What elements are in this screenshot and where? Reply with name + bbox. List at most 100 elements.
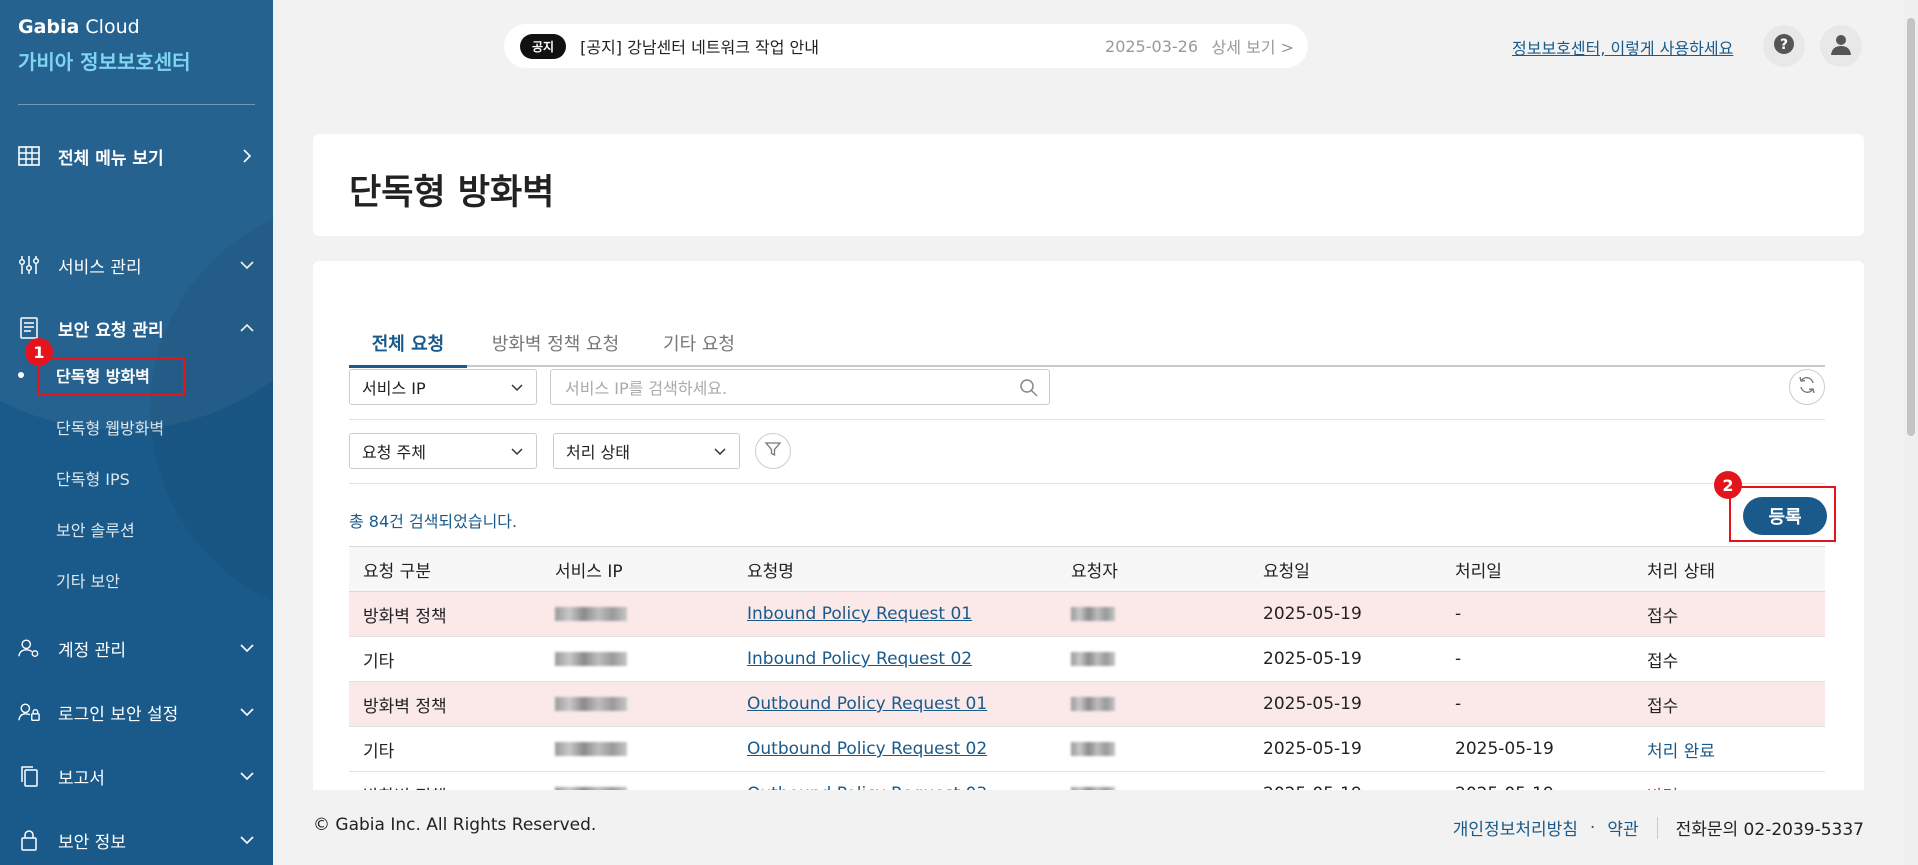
callout-badge-2: 2 bbox=[1714, 471, 1742, 499]
highlight-box-firewall-menu bbox=[37, 357, 185, 396]
terms-link[interactable]: 약관 bbox=[1607, 815, 1638, 840]
chevron-down-icon bbox=[510, 378, 524, 400]
col-header-service-ip: 서비스 IP bbox=[541, 546, 733, 592]
notice-tag: 공지 bbox=[520, 33, 567, 59]
active-indicator-dot bbox=[18, 372, 24, 378]
masked-requester bbox=[1071, 607, 1115, 621]
table-row[interactable]: 기타 Outbound Policy Request 02 2025-05-19… bbox=[349, 726, 1825, 772]
refresh-icon bbox=[1797, 375, 1817, 399]
requester-select-value: 요청 주체 bbox=[362, 443, 426, 462]
cell-service-ip bbox=[541, 681, 733, 727]
scrollbar-thumb[interactable] bbox=[1907, 18, 1915, 436]
request-name-link[interactable]: Inbound Policy Request 01 bbox=[747, 604, 972, 624]
footer-phone: 전화문의 02-2039-5337 bbox=[1675, 820, 1864, 840]
sidebar-item-login-security[interactable]: 로그인 보안 설정 bbox=[18, 697, 258, 727]
cell-request-name: Inbound Policy Request 02 bbox=[733, 636, 1057, 682]
cell-type: 방화벽 정책 bbox=[349, 681, 541, 727]
notice-date: 2025-03-26 bbox=[1105, 36, 1198, 56]
search-field[interactable] bbox=[550, 369, 1050, 406]
footer-copyright: © Gabia Inc. All Rights Reserved. bbox=[313, 815, 597, 835]
request-name-link[interactable]: Outbound Policy Request 02 bbox=[747, 739, 987, 759]
sidebar-item-security-info[interactable]: 보안 정보 bbox=[18, 825, 258, 855]
sidebar-item-label: 전체 메뉴 보기 bbox=[58, 148, 164, 169]
masked-requester bbox=[1071, 742, 1115, 756]
status-select-value: 처리 상태 bbox=[566, 443, 630, 462]
sidebar-subitem-standalone-ips[interactable]: 단독형 IPS bbox=[56, 466, 130, 490]
sidebar-item-all-menu[interactable]: 전체 메뉴 보기 bbox=[18, 141, 258, 171]
funnel-icon bbox=[764, 440, 782, 462]
masked-ip bbox=[555, 742, 627, 756]
brand-logo[interactable]: Gabia Cloud 가비아 정보보호센터 bbox=[18, 16, 191, 75]
brand-name-bold: Gabia bbox=[18, 16, 80, 38]
svg-text:?: ? bbox=[1780, 37, 1788, 53]
cell-requester bbox=[1057, 726, 1249, 772]
request-table: 요청 구분 서비스 IP 요청명 요청자 요청일 처리일 처리 상태 방화벽 정… bbox=[349, 546, 1825, 817]
document-list-icon bbox=[18, 317, 40, 339]
table-row[interactable]: 방화벽 정책 Outbound Policy Request 01 2025-0… bbox=[349, 681, 1825, 727]
vertical-scrollbar[interactable] bbox=[1904, 0, 1918, 865]
search-input[interactable] bbox=[551, 370, 987, 406]
cell-status: 처리 완료 bbox=[1633, 726, 1825, 772]
notice-bar[interactable]: 공지 [공지] 강남센터 네트워크 작업 안내 2025-03-26 상세 보기… bbox=[504, 24, 1308, 68]
cell-service-ip bbox=[541, 726, 733, 772]
footer-divider bbox=[1656, 816, 1658, 839]
chevron-up-icon bbox=[236, 317, 258, 339]
col-header-type: 요청 구분 bbox=[349, 546, 541, 592]
col-header-status: 처리 상태 bbox=[1633, 546, 1825, 592]
cell-requester bbox=[1057, 591, 1249, 637]
tab-other-requests[interactable]: 기타 요청 bbox=[649, 321, 749, 365]
privacy-policy-link[interactable]: 개인정보처리방침 bbox=[1453, 815, 1578, 840]
cell-request-name: Outbound Policy Request 01 bbox=[733, 681, 1057, 727]
table-row[interactable]: 방화벽 정책 Inbound Policy Request 01 2025-05… bbox=[349, 591, 1825, 637]
table-row[interactable]: 기타 Inbound Policy Request 02 2025-05-19 … bbox=[349, 636, 1825, 682]
sidebar-item-account[interactable]: 계정 관리 bbox=[18, 633, 258, 663]
search-icon[interactable] bbox=[1019, 378, 1039, 402]
sidebar-item-label: 서비스 관리 bbox=[58, 257, 142, 278]
cell-status: 접수 bbox=[1633, 681, 1825, 727]
sidebar-item-report[interactable]: 보고서 bbox=[18, 761, 258, 791]
help-guide-link[interactable]: 정보보호센터, 이렇게 사용하세요 bbox=[1512, 35, 1733, 59]
cell-process-date: - bbox=[1441, 591, 1633, 637]
status-select[interactable]: 처리 상태 bbox=[553, 433, 740, 469]
chevron-down-icon bbox=[713, 442, 727, 464]
search-type-select[interactable]: 서비스 IP bbox=[349, 369, 537, 405]
sidebar-item-service[interactable]: 서비스 관리 bbox=[18, 250, 258, 280]
sidebar-subitem-standalone-waf[interactable]: 단독형 웹방화벽 bbox=[56, 415, 164, 439]
cell-type: 방화벽 정책 bbox=[349, 591, 541, 637]
cell-status: 접수 bbox=[1633, 636, 1825, 682]
filter-button[interactable] bbox=[755, 433, 791, 469]
highlight-box-register-button bbox=[1729, 486, 1836, 542]
cell-process-date: - bbox=[1441, 681, 1633, 727]
sidebar-subitem-security-solution[interactable]: 보안 솔루션 bbox=[56, 517, 135, 541]
cell-requester bbox=[1057, 681, 1249, 727]
request-name-link[interactable]: Inbound Policy Request 02 bbox=[747, 649, 972, 669]
table-header-row: 요청 구분 서비스 IP 요청명 요청자 요청일 처리일 처리 상태 bbox=[349, 546, 1825, 592]
lock-icon bbox=[18, 829, 40, 851]
profile-button[interactable] bbox=[1820, 25, 1862, 67]
sidebar: Gabia Cloud 가비아 정보보호센터 전체 메뉴 보기 서비스 관리 보… bbox=[0, 0, 273, 865]
sidebar-item-label: 보고서 bbox=[58, 768, 105, 789]
cell-request-date: 2025-05-19 bbox=[1249, 726, 1441, 772]
notice-text[interactable]: [공지] 강남센터 네트워크 작업 안내 bbox=[580, 34, 819, 58]
sidebar-divider bbox=[18, 104, 255, 105]
result-count: 총 84건 검색되었습니다. bbox=[349, 512, 518, 531]
chevron-down-icon bbox=[236, 254, 258, 276]
request-name-link[interactable]: Outbound Policy Request 01 bbox=[747, 694, 987, 714]
cell-request-name: Inbound Policy Request 01 bbox=[733, 591, 1057, 637]
col-header-requester: 요청자 bbox=[1057, 546, 1249, 592]
footer-links: 개인정보처리방침 · 약관 전화문의 02-2039-5337 bbox=[1453, 815, 1864, 840]
notice-more-link[interactable]: 상세 보기 > bbox=[1212, 34, 1294, 58]
help-button[interactable]: ? bbox=[1763, 25, 1805, 67]
chevron-down-icon bbox=[236, 637, 258, 659]
tab-firewall-policy-requests[interactable]: 방화벽 정책 요청 bbox=[483, 321, 628, 365]
cell-service-ip bbox=[541, 636, 733, 682]
sidebar-subitem-other-security[interactable]: 기타 보안 bbox=[56, 568, 120, 592]
page-title: 단독형 방화벽 bbox=[349, 173, 555, 213]
refresh-button[interactable] bbox=[1789, 369, 1825, 405]
sidebar-item-security-request[interactable]: 보안 요청 관리 bbox=[18, 313, 258, 343]
requester-select[interactable]: 요청 주체 bbox=[349, 433, 537, 469]
cell-type: 기타 bbox=[349, 726, 541, 772]
masked-requester bbox=[1071, 697, 1115, 711]
cell-service-ip bbox=[541, 591, 733, 637]
tab-all-requests[interactable]: 전체 요청 bbox=[349, 321, 467, 368]
